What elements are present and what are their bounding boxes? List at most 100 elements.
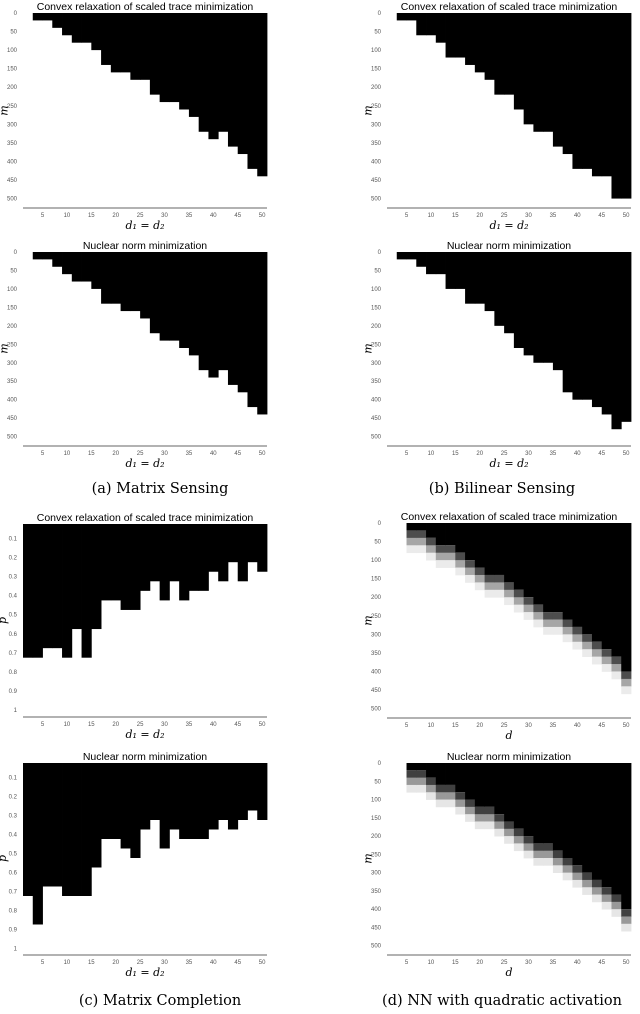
failure-cell-column xyxy=(71,524,82,630)
x-tick-label: 40 xyxy=(210,722,217,728)
y-tick-label: 350 xyxy=(371,651,382,657)
failure-cell-column xyxy=(81,252,92,282)
transition-cell xyxy=(455,560,466,568)
failure-cell-column xyxy=(601,523,612,650)
transition-cell xyxy=(562,619,573,628)
failure-cell-column xyxy=(426,13,437,36)
failure-cell-column xyxy=(91,763,102,868)
y-tick-label: 100 xyxy=(371,287,382,293)
failure-cell-column xyxy=(455,13,466,58)
x-tick-label: 40 xyxy=(210,451,217,457)
x-tick-label: 45 xyxy=(234,960,241,966)
x-tick-label: 35 xyxy=(550,723,557,729)
failure-cell-column xyxy=(621,763,632,910)
failure-cell-column xyxy=(140,252,151,319)
failure-cell-column xyxy=(169,13,180,103)
transition-cell xyxy=(513,604,525,613)
failure-cell-column xyxy=(523,252,534,356)
failure-cell-column xyxy=(169,524,180,582)
failure-cell-column xyxy=(208,524,219,572)
x-axis-label: d xyxy=(505,966,513,979)
x-tick-label: 25 xyxy=(501,213,508,219)
failure-cell-column xyxy=(543,763,554,844)
failure-cell-column xyxy=(552,13,564,147)
y-tick-label: 400 xyxy=(371,159,382,165)
transition-cell xyxy=(621,678,632,687)
failure-cell-column xyxy=(455,252,466,289)
y-tick-label: 200 xyxy=(371,324,382,330)
y-tick-label: 400 xyxy=(371,398,382,404)
transition-cell xyxy=(552,619,564,628)
x-tick-label: 25 xyxy=(501,723,508,729)
failure-cell-column xyxy=(533,252,544,363)
transition-cell xyxy=(504,597,515,606)
transition-cell xyxy=(621,909,632,917)
y-tick-label: 0.3 xyxy=(9,813,18,819)
transition-cell xyxy=(484,814,495,822)
transition-cell xyxy=(562,872,573,881)
y-tick-label: 50 xyxy=(374,540,381,546)
y-tick-label: 0.5 xyxy=(9,613,18,619)
transition-cell xyxy=(582,649,593,658)
x-tick-label: 5 xyxy=(405,723,409,729)
failure-cell-column xyxy=(62,763,73,896)
x-tick-label: 45 xyxy=(234,451,241,457)
y-axis-label: p xyxy=(0,855,9,862)
y-tick-label: 300 xyxy=(371,122,382,128)
transition-cell xyxy=(533,604,544,613)
failure-cell-column xyxy=(611,13,622,199)
transition-cell xyxy=(572,872,583,881)
transition-cell xyxy=(504,582,515,591)
transition-cell xyxy=(465,814,476,822)
failure-cell-column xyxy=(130,13,141,80)
y-tick-label: 300 xyxy=(7,122,18,128)
failure-cell-column xyxy=(218,252,229,371)
failure-cell-column xyxy=(484,523,495,575)
failure-cell-column xyxy=(494,252,505,326)
x-tick-label: 40 xyxy=(574,213,581,219)
transition-cell xyxy=(416,784,427,793)
transition-cell xyxy=(406,777,417,786)
failure-cell-column xyxy=(32,763,43,925)
failure-cell-column xyxy=(533,763,544,844)
transition-cell xyxy=(513,589,525,598)
y-tick-label: 400 xyxy=(7,398,18,404)
failure-cell-column xyxy=(435,763,446,785)
failure-cell-column xyxy=(159,13,170,103)
failure-cell-column xyxy=(484,763,495,807)
failure-cell-column xyxy=(110,763,121,839)
y-tick-label: 150 xyxy=(371,816,382,822)
failure-cell-column xyxy=(465,523,476,561)
failure-cell-column xyxy=(426,252,437,275)
y-tick-label: 300 xyxy=(7,361,18,367)
y-tick-label: 250 xyxy=(7,342,18,348)
failure-cell-column xyxy=(582,252,593,400)
x-tick-label: 15 xyxy=(88,213,95,219)
panel-title: Nuclear norm minimization xyxy=(446,240,572,252)
failure-cell-column xyxy=(62,13,73,36)
transition-cell xyxy=(543,843,554,852)
transition-cell xyxy=(572,865,583,874)
transition-cell xyxy=(562,858,573,866)
transition-cell xyxy=(445,560,456,568)
transition-cell xyxy=(504,589,515,598)
failure-cell-column xyxy=(455,523,466,553)
transition-cell xyxy=(465,560,476,568)
x-tick-label: 15 xyxy=(88,960,95,966)
panel-title: Convex relaxation of scaled trace minimi… xyxy=(36,512,254,524)
y-tick-label: 350 xyxy=(371,379,382,385)
x-axis-label: d₁ = d₂ xyxy=(125,219,165,232)
x-axis-label: d₁ = d₂ xyxy=(125,728,165,741)
x-tick-label: 5 xyxy=(405,213,409,219)
failure-cell-column xyxy=(32,524,43,658)
y-tick-label: 0.6 xyxy=(9,870,18,876)
failure-cell-column xyxy=(169,252,180,341)
y-tick-label: 0.8 xyxy=(9,670,18,676)
failure-cell-column xyxy=(543,523,554,613)
failure-cell-column xyxy=(257,524,268,572)
x-tick-label: 30 xyxy=(161,213,168,219)
y-tick-label: 0.9 xyxy=(9,927,18,933)
failure-cell-column xyxy=(474,523,485,568)
transition-cell xyxy=(484,589,495,598)
failure-cell-column xyxy=(247,763,258,811)
